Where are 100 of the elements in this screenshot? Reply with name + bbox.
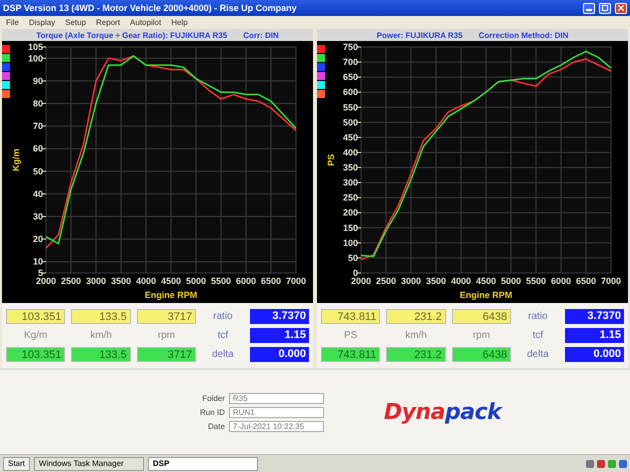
legend-swatch[interactable] (2, 45, 10, 53)
menu-item[interactable]: Report (96, 18, 120, 27)
legend-swatch[interactable] (317, 81, 325, 89)
x-axis-title: Engine RPM (144, 290, 198, 300)
info-label: Date (207, 422, 225, 430)
y-tick-label: 60 (32, 144, 43, 154)
peak-value-field: 231.2 (386, 347, 446, 362)
y-tick-label: 200 (342, 208, 358, 218)
y-tick-label: 300 (342, 178, 358, 188)
legend-swatch[interactable] (317, 63, 325, 71)
menu-item[interactable]: Help (171, 18, 188, 27)
y-tick-label: 400 (342, 147, 358, 158)
window-title: DSP Version 13 (4WD - Motor Vehicle 2000+4000) - Rise Up Company (3, 3, 298, 13)
unit-label: km/h (89, 330, 113, 341)
y-tick-label: 80 (32, 98, 43, 108)
legend-swatch[interactable] (317, 45, 325, 53)
y-tick-label: 700 (342, 57, 358, 68)
legend-swatch[interactable] (317, 54, 325, 62)
x-tick-label: 6500 (576, 276, 596, 286)
unit-label: rpm (156, 330, 176, 341)
y-tick-label: 40 (32, 188, 43, 199)
param-value: 1.15 (250, 328, 309, 343)
live-value-field: 743.811 (321, 309, 380, 324)
param-label: tcf (532, 330, 544, 341)
param-label: delta (526, 349, 550, 360)
live-value-field: 103.351 (6, 309, 66, 324)
x-tick-label: 6000 (236, 276, 256, 286)
chart-caption: Correction Method: DIN (478, 30, 568, 40)
maximize-button[interactable] (599, 2, 611, 14)
y-tick-label: 20 (32, 234, 43, 244)
brand-logo: Dynapack (384, 400, 502, 424)
live-value-field: 133.5 (71, 309, 131, 324)
info-field: RUN1 (228, 406, 324, 418)
x-tick-label: 6000 (550, 276, 572, 286)
legend-swatch[interactable] (2, 72, 10, 80)
y-axis-title: Kg/m (11, 148, 21, 172)
legend-swatch[interactable] (2, 81, 10, 89)
unit-label: Kg/m (23, 330, 48, 341)
y-tick-label: 70 (32, 121, 43, 132)
info-field: 7-Jul-2021 10:22:35 (228, 420, 324, 432)
peak-value-field: 743.811 (321, 347, 380, 362)
x-tick-label: 4000 (450, 276, 472, 286)
x-tick-label: 3000 (400, 276, 422, 286)
y-tick-label: 90 (32, 76, 43, 86)
y-tick-label: 50 (348, 252, 358, 263)
param-value: 0.000 (564, 347, 624, 362)
unit-label: PS (343, 330, 358, 341)
y-tick-label: 450 (342, 132, 358, 142)
y-tick-label: 5 (38, 268, 43, 278)
y-tick-label: 750 (342, 42, 358, 52)
close-button[interactable] (615, 2, 627, 14)
taskbar-button[interactable]: Windows Task Manager (34, 456, 144, 470)
legend-swatch[interactable] (2, 54, 10, 62)
param-label: ratio (212, 311, 234, 322)
chart-caption: Power: FUJIKURA R35 (376, 30, 463, 40)
close-icon (618, 5, 624, 11)
start-button[interactable]: Start (3, 456, 30, 470)
y-tick-label: 350 (342, 162, 358, 173)
x-tick-label: 5500 (210, 276, 232, 286)
unit-label: km/h (404, 330, 428, 341)
x-tick-label: 2000 (36, 276, 56, 286)
y-tick-label: 100 (342, 238, 358, 248)
menu-item[interactable]: Display (28, 18, 56, 27)
maximize-icon (602, 5, 608, 11)
x-tick-label: 4000 (136, 276, 156, 286)
y-tick-label: 150 (342, 222, 358, 233)
x-tick-label: 2500 (376, 276, 396, 286)
taskbar-button[interactable]: DSP (148, 456, 258, 470)
param-value: 0.000 (250, 347, 309, 362)
menu-item[interactable]: File (6, 18, 19, 27)
x-tick-label: 3500 (110, 276, 132, 286)
chart-caption: Torque (Axle Torque ÷ Gear Ratio): FUJIKURA R35 (36, 30, 228, 40)
y-tick-label: 100 (28, 53, 43, 64)
param-value: 3.7370 (250, 309, 309, 324)
x-tick-label: 3000 (86, 276, 106, 286)
unit-label: rpm (472, 330, 492, 341)
minimize-button[interactable] (583, 2, 595, 14)
x-tick-label: 3500 (426, 276, 446, 286)
y-tick-label: 500 (342, 117, 358, 128)
x-tick-label: 4500 (160, 276, 182, 286)
legend-swatch[interactable] (317, 90, 325, 98)
param-label: delta (211, 349, 235, 360)
menu-item[interactable]: Setup (65, 18, 86, 27)
peak-value-field: 133.5 (71, 347, 131, 362)
x-tick-label: 5000 (186, 276, 206, 286)
x-axis-title: Engine RPM (460, 290, 512, 300)
x-tick-label: 6500 (260, 276, 282, 286)
menu-item[interactable]: Autopilot (130, 18, 162, 27)
y-tick-label: 10 (32, 256, 43, 267)
x-tick-label: 7000 (600, 276, 622, 286)
x-tick-label: 5500 (526, 276, 546, 286)
legend-swatch[interactable] (317, 72, 325, 80)
legend-swatch[interactable] (2, 63, 10, 71)
param-value: 1.15 (564, 328, 624, 343)
y-tick-label: 650 (342, 72, 358, 82)
peak-value-field: 6438 (452, 347, 512, 362)
legend-swatch[interactable] (2, 90, 10, 98)
x-tick-label: 4500 (476, 276, 496, 286)
param-label: ratio (527, 311, 549, 322)
x-tick-label: 2000 (350, 276, 372, 286)
